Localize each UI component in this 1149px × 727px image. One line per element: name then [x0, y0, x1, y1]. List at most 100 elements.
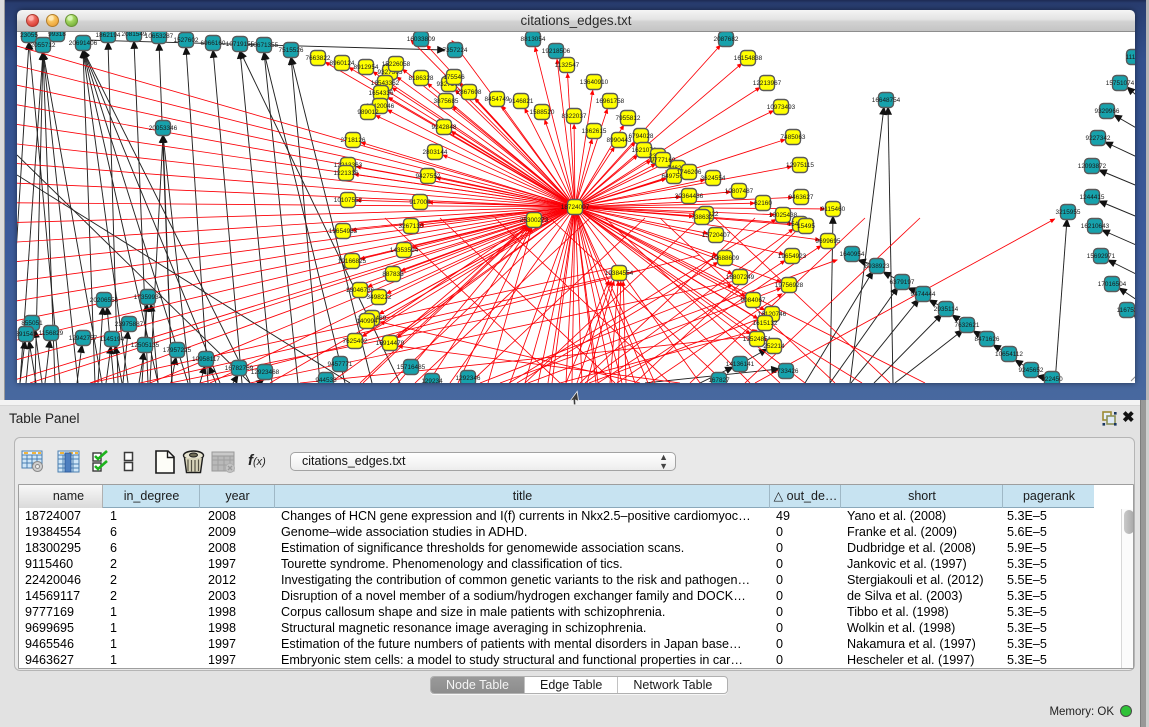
- svg-text:9227342: 9227342: [1086, 135, 1111, 142]
- svg-text:19756928: 19756928: [775, 282, 804, 289]
- svg-text:175546: 175546: [443, 74, 465, 81]
- svg-text:12505135: 12505135: [131, 342, 160, 349]
- svg-text:10973493: 10973493: [767, 104, 796, 111]
- svg-text:8322037: 8322037: [562, 113, 587, 120]
- svg-text:2055712: 2055712: [31, 42, 56, 49]
- svg-text:7955812: 7955812: [616, 115, 641, 122]
- svg-text:9329966: 9329966: [1095, 108, 1120, 115]
- svg-text:7625402: 7625402: [343, 338, 368, 345]
- svg-text:25300273: 25300273: [520, 217, 549, 224]
- svg-text:738632: 738632: [691, 214, 713, 221]
- svg-text:8454749: 8454749: [485, 96, 510, 103]
- svg-text:15692971: 15692971: [1087, 253, 1116, 260]
- svg-text:10688609: 10688609: [711, 255, 740, 262]
- svg-text:7632621: 7632621: [955, 322, 980, 329]
- svg-text:1746206: 1746206: [677, 169, 702, 176]
- svg-text:17359934: 17359934: [134, 294, 163, 301]
- svg-text:8813054: 8813054: [521, 36, 546, 43]
- svg-text:887833: 887833: [382, 271, 404, 278]
- svg-text:116753: 116753: [1117, 307, 1135, 314]
- svg-text:12942757: 12942757: [69, 335, 98, 342]
- svg-text:16782759: 16782759: [225, 365, 254, 372]
- svg-text:23055: 23055: [20, 32, 38, 39]
- svg-text:1221336: 1221336: [334, 170, 359, 177]
- svg-text:922450: 922450: [1041, 376, 1063, 383]
- svg-text:16154838: 16154838: [734, 55, 763, 62]
- svg-text:20053346: 20053346: [149, 125, 178, 132]
- svg-text:11123: 11123: [1126, 54, 1135, 61]
- svg-text:1362615: 1362615: [582, 128, 607, 135]
- svg-text:2803144: 2803144: [423, 149, 448, 156]
- svg-text:17016504: 17016504: [1098, 281, 1127, 288]
- svg-text:8186328: 8186328: [409, 75, 434, 82]
- svg-text:10654112: 10654112: [995, 351, 1023, 358]
- svg-text:9699695: 9699695: [816, 238, 841, 245]
- svg-text:20206556: 20206556: [90, 297, 119, 304]
- svg-text:1132547: 1132547: [555, 62, 580, 69]
- svg-text:18807249: 18807249: [726, 274, 755, 281]
- svg-text:12923468: 12923468: [251, 369, 280, 376]
- svg-text:989012: 989012: [357, 109, 379, 116]
- svg-text:16961758: 16961758: [596, 98, 625, 105]
- svg-text:19218506: 19218506: [542, 48, 571, 55]
- svg-text:1615132: 1615132: [753, 320, 778, 327]
- svg-text:10653287: 10653287: [145, 33, 174, 40]
- svg-text:1862194: 1862194: [96, 32, 121, 39]
- svg-text:9146821: 9146821: [509, 98, 534, 105]
- svg-text:1156829: 1156829: [39, 330, 64, 337]
- svg-text:99318: 99318: [48, 32, 66, 38]
- svg-text:1145194: 1145194: [100, 336, 125, 343]
- svg-text:2087682: 2087682: [714, 36, 739, 43]
- svg-text:167827: 167827: [708, 377, 730, 383]
- svg-text:9474444: 9474444: [911, 291, 936, 298]
- svg-text:7485063: 7485063: [781, 134, 806, 141]
- svg-text:19654933: 19654933: [329, 228, 358, 235]
- svg-text:8938923: 8938923: [865, 263, 890, 270]
- svg-text:8912954: 8912954: [354, 64, 379, 71]
- svg-text:9457771: 9457771: [328, 361, 353, 368]
- svg-text:62160: 62160: [754, 200, 772, 207]
- svg-text:1244415: 1244415: [1080, 194, 1105, 201]
- svg-text:23975887: 23975887: [115, 321, 144, 328]
- svg-text:6794028: 6794028: [629, 133, 654, 140]
- svg-text:15720407: 15720407: [702, 232, 731, 239]
- svg-text:3875685: 3875685: [434, 98, 459, 105]
- svg-text:19654923: 19654923: [778, 253, 807, 260]
- svg-text:140994: 140994: [356, 318, 378, 325]
- svg-text:9242848: 9242848: [432, 124, 457, 131]
- svg-text:129234: 129234: [421, 378, 443, 383]
- svg-text:17957225: 17957225: [163, 347, 192, 354]
- svg-text:252214: 252214: [763, 343, 785, 350]
- svg-text:10807487: 10807487: [725, 188, 754, 195]
- svg-text:9427552: 9427552: [416, 173, 441, 180]
- svg-text:2081549: 2081549: [122, 32, 147, 38]
- svg-text:7357224: 7357224: [443, 47, 468, 54]
- svg-text:12975115: 12975115: [786, 162, 814, 169]
- svg-text:7515526: 7515526: [279, 47, 304, 54]
- svg-text:8471626: 8471626: [975, 336, 1000, 343]
- svg-text:2935114: 2935114: [934, 306, 959, 313]
- svg-text:20691406: 20691406: [69, 40, 98, 47]
- svg-text:19384554: 19384554: [605, 270, 634, 277]
- svg-text:1640954: 1640954: [840, 251, 865, 258]
- svg-text:15495: 15495: [797, 223, 815, 230]
- svg-text:1588520: 1588520: [530, 109, 555, 116]
- svg-text:2867608: 2867608: [457, 89, 482, 96]
- svg-text:9084067: 9084067: [741, 297, 766, 304]
- svg-text:3624554: 3624554: [701, 175, 726, 182]
- svg-text:12213967: 12213967: [753, 80, 782, 87]
- svg-text:8960124: 8960124: [330, 60, 355, 67]
- svg-text:10671355: 10671355: [250, 42, 279, 49]
- svg-text:14353594: 14353594: [390, 247, 419, 254]
- svg-text:3498222: 3498222: [367, 294, 392, 301]
- svg-text:14136141: 14136141: [726, 361, 755, 368]
- svg-text:6966160: 6966160: [201, 40, 226, 47]
- svg-text:16914479: 16914479: [376, 340, 405, 347]
- svg-text:18724007: 18724007: [561, 204, 590, 211]
- svg-text:3267130: 3267130: [399, 223, 424, 230]
- svg-text:10958117: 10958117: [192, 356, 220, 363]
- svg-text:2718126: 2718126: [341, 137, 366, 144]
- svg-text:16648754: 16648754: [872, 97, 901, 104]
- svg-text:15226058: 15226058: [382, 61, 411, 68]
- svg-text:1292346: 1292346: [456, 375, 481, 382]
